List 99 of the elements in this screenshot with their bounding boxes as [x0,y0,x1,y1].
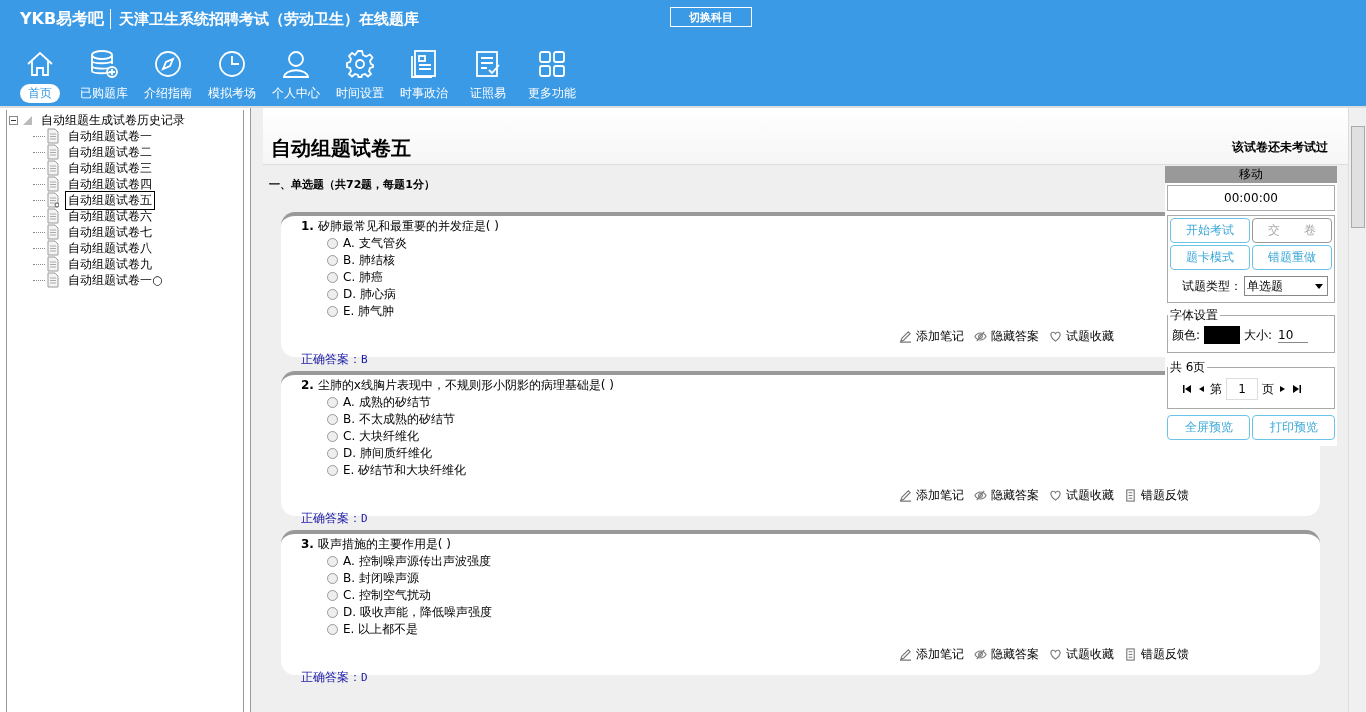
database-icon[interactable] [88,48,120,80]
user-icon[interactable] [280,48,312,80]
gear-icon[interactable] [344,48,376,80]
document-icon [47,272,59,288]
action-link[interactable]: 添加笔记 [916,328,964,345]
action-link[interactable]: 试题收藏 [1066,487,1114,504]
radio-button[interactable] [327,397,338,408]
document-icon [47,176,59,192]
option-text: D. 肺心病 [343,286,396,303]
compass-icon[interactable] [152,48,184,80]
feedback-icon [1124,489,1137,502]
radio-button[interactable] [327,289,338,300]
option-text: E. 矽结节和大块纤维化 [343,462,467,479]
document-icon [47,208,59,224]
pencil-icon [899,330,912,343]
radio-button[interactable] [327,431,338,442]
size-label: 大小: [1244,326,1273,344]
eye-icon [974,648,987,661]
option-text: C. 大块纤维化 [343,428,419,445]
group-label: 共 6页 [1169,359,1207,376]
radio-button[interactable] [327,306,338,317]
option-text: E. 以上都不是 [343,621,419,638]
action-link[interactable]: 错题反馈 [1141,646,1189,663]
option-text: D. 肺间质纤维化 [343,445,432,462]
page-prefix: 第 [1210,380,1222,398]
option-text: E. 肺气肿 [343,303,395,320]
radio-button[interactable] [327,448,338,459]
radio-button[interactable] [327,556,338,567]
radio-button[interactable] [327,590,338,601]
dropdown-arrow-icon[interactable] [1314,281,1324,291]
action-link[interactable]: 隐藏答案 [991,328,1039,345]
triangle-icon [22,115,32,125]
feedback-icon [1124,648,1137,661]
app-title: 天津卫生系统招聘考试（劳动卫生）在线题库 [119,9,420,29]
color-swatch[interactable] [1204,326,1241,344]
option-text: C. 肺癌 [343,269,383,286]
question-text: 2. 尘肺的x线胸片表现中，不规则形小阴影的病理基础是( ) [301,377,614,394]
action-link[interactable]: 隐藏答案 [991,646,1039,663]
option-text: A. 支气管炎 [343,235,407,252]
logo: YKB易考吧 [20,8,105,30]
radio-button[interactable] [327,414,338,425]
clock-icon[interactable] [216,48,248,80]
size-field[interactable]: 10 [1278,327,1309,343]
collapse-toggle[interactable] [9,115,18,125]
eye-icon [974,330,987,343]
radio-button[interactable] [327,238,338,249]
radio-button[interactable] [327,465,338,476]
paper-status: 该试卷还未考试过 [1232,139,1328,156]
paper-title: 自动组题试卷五 [270,135,411,162]
option-text: A. 成熟的矽结节 [343,394,431,411]
option-text: D. 吸收声能，降低噪声强度 [343,604,492,621]
tree-item[interactable]: 自动组题试卷五 [65,190,155,210]
document-icon [47,192,59,208]
group-label: 字体设置 [1169,307,1219,324]
option-text: A. 控制噪声源传出声波强度 [343,553,491,570]
radio-button[interactable] [327,255,338,266]
move-handle[interactable]: 移动 [1165,166,1337,183]
radio-button[interactable] [327,624,338,635]
document-icon [47,240,59,256]
pencil-icon [899,648,912,661]
action-link[interactable]: 试题收藏 [1066,646,1114,663]
question-text: 1. 矽肺最常见和最重要的并发症是( ) [301,218,499,235]
last-page-icon[interactable] [1292,384,1302,394]
page-field[interactable]: 1 [1226,378,1258,400]
type-label: 试题类型： [1182,277,1242,295]
heart-icon [1049,489,1062,502]
correct-answer: 正确答案：B [301,351,368,368]
action-link[interactable]: 添加笔记 [916,646,964,663]
action-link[interactable]: 添加笔记 [916,487,964,504]
pencil-icon [899,489,912,502]
correct-answer: 正确答案：D [301,669,368,686]
document-icon [47,160,59,176]
action-link[interactable]: 错题反馈 [1141,487,1189,504]
page-suffix: 页 [1262,380,1274,398]
document-icon [47,144,59,160]
option-text: B. 肺结核 [343,252,395,269]
timer-display: 00:00:00 [1167,185,1335,211]
option-text: B. 封闭噪声源 [343,570,419,587]
option-text: B. 不太成熟的矽结节 [343,411,455,428]
action-link[interactable]: 隐藏答案 [991,487,1039,504]
eye-icon [974,489,987,502]
heart-icon [1049,330,1062,343]
first-page-icon[interactable] [1182,384,1192,394]
section-heading: 一、单选题（共72题，每题1分） [268,177,435,192]
option-text: C. 控制空气扰动 [343,587,431,604]
heart-icon [1049,648,1062,661]
color-label: 颜色: [1172,326,1201,344]
document-icon [47,128,59,144]
document-icon [47,224,59,240]
document-icon [47,256,59,272]
radio-button[interactable] [327,272,338,283]
correct-answer: 正确答案：D [301,510,368,527]
radio-button[interactable] [327,607,338,618]
scrollbar[interactable] [1348,108,1366,712]
action-link[interactable]: 试题收藏 [1066,328,1114,345]
type-dropdown[interactable]: 单选题 [1244,276,1328,296]
question-text: 3. 吸声措施的主要作用是( ) [301,536,451,553]
grid-icon[interactable] [536,48,568,80]
radio-button[interactable] [327,573,338,584]
